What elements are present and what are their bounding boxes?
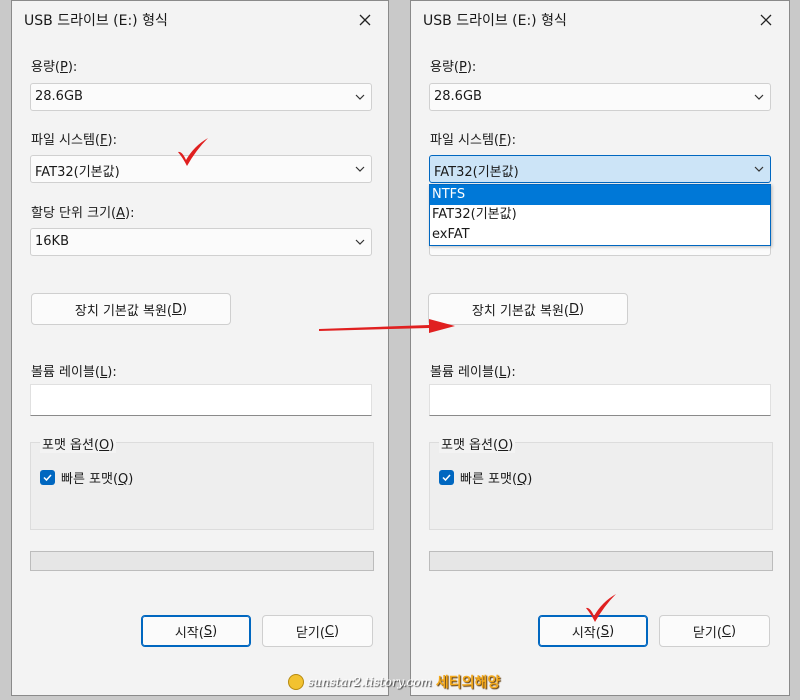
capacity-label: 용량(P): <box>430 60 477 75</box>
format-progress-bar <box>429 551 773 571</box>
dialog-title: USB 드라이브 (E:) 형식 <box>24 13 168 29</box>
filesystem-option[interactable]: NTFS <box>430 185 770 205</box>
start-button[interactable]: 시작(S) <box>141 615 251 647</box>
chevron-down-icon <box>355 94 365 100</box>
red-check-mark-icon <box>178 138 208 166</box>
watermark-name: 세티의해양 <box>435 675 501 691</box>
red-arrow-icon <box>319 319 455 333</box>
watermark-url: sunstar2.tistory.com <box>308 675 432 689</box>
capacity-value: 28.6GB <box>434 89 482 104</box>
red-check-mark-icon <box>586 594 616 622</box>
smiley-icon <box>288 674 304 690</box>
checkbox-box <box>439 470 454 485</box>
allocation-value: 16KB <box>35 234 69 249</box>
filesystem-label: 파일 시스템(F): <box>430 133 516 148</box>
close-dialog-button[interactable]: 닫기(C) <box>262 615 373 647</box>
watermark: sunstar2.tistory.com 세티의해양 <box>288 672 500 692</box>
quick-format-checkbox[interactable]: 빠른 포맷(Q) <box>439 468 532 487</box>
title-bar: USB 드라이브 (E:) 형식 <box>411 1 789 39</box>
volume-label-input[interactable] <box>429 384 771 416</box>
chevron-down-icon <box>355 166 365 172</box>
filesystem-value: FAT32(기본값) <box>434 165 519 180</box>
close-icon <box>760 14 772 26</box>
checkmark-icon <box>442 474 451 482</box>
format-options-title: 포맷 옵션(O) <box>40 434 117 453</box>
format-progress-bar <box>30 551 374 571</box>
volume-label-label: 볼륨 레이블(L): <box>31 365 117 380</box>
filesystem-option[interactable]: exFAT <box>430 225 770 245</box>
title-bar: USB 드라이브 (E:) 형식 <box>12 1 388 39</box>
chevron-down-icon <box>754 166 764 172</box>
checkmark-icon <box>43 474 52 482</box>
restore-defaults-button[interactable]: 장치 기본값 복원(D) <box>428 293 628 325</box>
filesystem-value: FAT32(기본값) <box>35 165 120 180</box>
capacity-select[interactable]: 28.6GB <box>30 83 372 111</box>
capacity-value: 28.6GB <box>35 89 83 104</box>
close-button[interactable] <box>749 3 783 37</box>
close-icon <box>359 14 371 26</box>
quick-format-label: 빠른 포맷(Q) <box>460 472 533 487</box>
dialog-title: USB 드라이브 (E:) 형식 <box>423 13 567 29</box>
checkbox-box <box>40 470 55 485</box>
capacity-label: 용량(P): <box>31 60 78 75</box>
format-dialog-left: USB 드라이브 (E:) 형식 용량(P): 28.6GB 파일 시스템(F)… <box>11 0 389 696</box>
chevron-down-icon <box>754 94 764 100</box>
filesystem-label: 파일 시스템(F): <box>31 133 117 148</box>
capacity-select[interactable]: 28.6GB <box>429 83 771 111</box>
volume-label-input[interactable] <box>30 384 372 416</box>
filesystem-select[interactable]: FAT32(기본값) <box>429 155 771 183</box>
chevron-down-icon <box>355 239 365 245</box>
allocation-label: 할당 단위 크기(A): <box>31 206 135 221</box>
volume-label-label: 볼륨 레이블(L): <box>430 365 516 380</box>
quick-format-label: 빠른 포맷(Q) <box>61 472 134 487</box>
close-button[interactable] <box>348 3 382 37</box>
filesystem-option[interactable]: FAT32(기본값) <box>430 205 770 225</box>
allocation-select[interactable]: 16KB <box>30 228 372 256</box>
close-dialog-button[interactable]: 닫기(C) <box>659 615 770 647</box>
restore-defaults-button[interactable]: 장치 기본값 복원(D) <box>31 293 231 325</box>
quick-format-checkbox[interactable]: 빠른 포맷(Q) <box>40 468 133 487</box>
filesystem-dropdown-list: NTFS FAT32(기본값) exFAT <box>429 184 771 246</box>
format-options-title: 포맷 옵션(O) <box>439 434 516 453</box>
